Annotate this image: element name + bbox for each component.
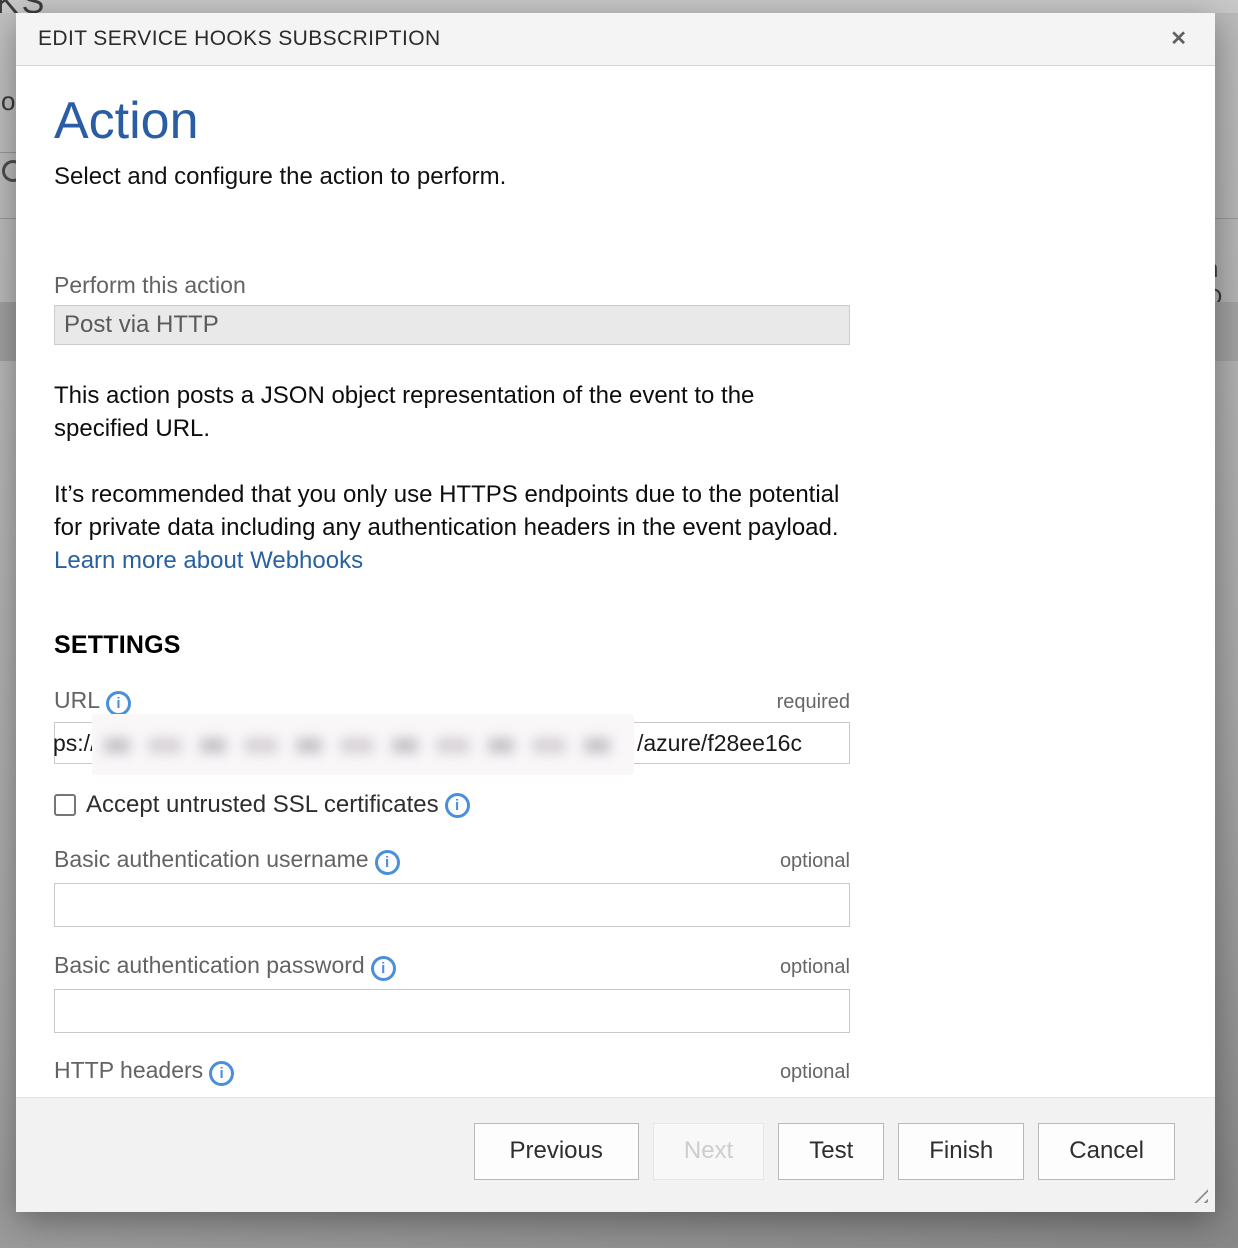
url-input[interactable]: ps:// /azure/f28ee16c bbox=[54, 722, 850, 764]
action-description: This action posts a JSON object represen… bbox=[54, 379, 852, 445]
url-value-suffix: /azure/f28ee16c bbox=[637, 723, 802, 763]
http-headers-label-row: HTTP headers i optional bbox=[54, 1057, 850, 1086]
backdrop-divider bbox=[0, 152, 16, 153]
url-label-row: URL i required bbox=[54, 687, 850, 716]
http-headers-optional-badge: optional bbox=[780, 1061, 850, 1084]
url-value-prefix: ps:// bbox=[53, 730, 96, 757]
https-recommendation: It’s recommended that you only use HTTPS… bbox=[54, 478, 852, 577]
learn-more-webhooks-link[interactable]: Learn more about Webhooks bbox=[54, 547, 363, 574]
perform-action-select: Post via HTTP bbox=[54, 305, 850, 345]
ssl-info-icon[interactable]: i bbox=[445, 793, 470, 818]
url-label: URL bbox=[54, 687, 100, 714]
dialog-title: EDIT SERVICE HOOKS SUBSCRIPTION bbox=[38, 27, 441, 51]
backdrop-top-band: KS bbox=[0, 0, 1238, 13]
basic-auth-username-label: Basic authentication username bbox=[54, 846, 369, 873]
username-label-row: Basic authentication username i optional bbox=[54, 846, 850, 875]
perform-action-value: Post via HTTP bbox=[64, 311, 219, 339]
basic-auth-password-label: Basic authentication password bbox=[54, 952, 365, 979]
accept-untrusted-ssl-label: Accept untrusted SSL certificates bbox=[86, 791, 439, 819]
backdrop-clipped-heading: KS bbox=[0, 0, 47, 13]
close-icon[interactable]: ✕ bbox=[1164, 25, 1193, 53]
settings-heading: SETTINGS bbox=[54, 631, 850, 660]
dialog-body: Action Select and configure the action t… bbox=[16, 66, 1215, 1097]
blur-smudge bbox=[104, 738, 616, 753]
redacted-url-blur bbox=[92, 714, 634, 775]
url-required-badge: required bbox=[777, 691, 850, 714]
ssl-checkbox-row: Accept untrusted SSL certificates i bbox=[54, 791, 850, 819]
password-info-icon[interactable]: i bbox=[371, 956, 396, 981]
previous-button[interactable]: Previous bbox=[474, 1123, 639, 1180]
resize-handle[interactable] bbox=[1189, 1184, 1208, 1203]
backdrop-divider bbox=[0, 218, 16, 219]
page-title: Action bbox=[54, 92, 850, 150]
accept-untrusted-ssl-checkbox[interactable] bbox=[54, 794, 76, 816]
cancel-button[interactable]: Cancel bbox=[1038, 1123, 1175, 1180]
url-info-icon[interactable]: i bbox=[106, 691, 131, 716]
basic-auth-password-input[interactable] bbox=[54, 989, 850, 1033]
http-headers-info-icon[interactable]: i bbox=[209, 1061, 234, 1086]
page-subtitle: Select and configure the action to perfo… bbox=[54, 163, 850, 191]
password-label-row: Basic authentication password i optional bbox=[54, 952, 850, 981]
test-button[interactable]: Test bbox=[778, 1123, 884, 1180]
http-headers-label: HTTP headers bbox=[54, 1057, 203, 1084]
finish-button[interactable]: Finish bbox=[898, 1123, 1024, 1180]
backdrop-table-row-left bbox=[0, 302, 16, 361]
username-optional-badge: optional bbox=[780, 850, 850, 873]
backdrop-clipped-text-left: o bbox=[1, 86, 15, 117]
backdrop-divider bbox=[1215, 218, 1238, 219]
backdrop-table-row-right: st bbox=[1215, 302, 1238, 361]
perform-action-label: Perform this action bbox=[54, 272, 850, 299]
basic-auth-username-input[interactable] bbox=[54, 883, 850, 927]
username-info-icon[interactable]: i bbox=[375, 850, 400, 875]
next-button: Next bbox=[653, 1123, 764, 1180]
https-recommendation-text: It’s recommended that you only use HTTPS… bbox=[54, 481, 839, 541]
dialog-header: EDIT SERVICE HOOKS SUBSCRIPTION ✕ bbox=[16, 13, 1215, 66]
password-optional-badge: optional bbox=[780, 956, 850, 979]
edit-service-hooks-subscription-dialog: EDIT SERVICE HOOKS SUBSCRIPTION ✕ Action… bbox=[16, 13, 1215, 1212]
dialog-footer: Previous Next Test Finish Cancel bbox=[16, 1097, 1215, 1212]
